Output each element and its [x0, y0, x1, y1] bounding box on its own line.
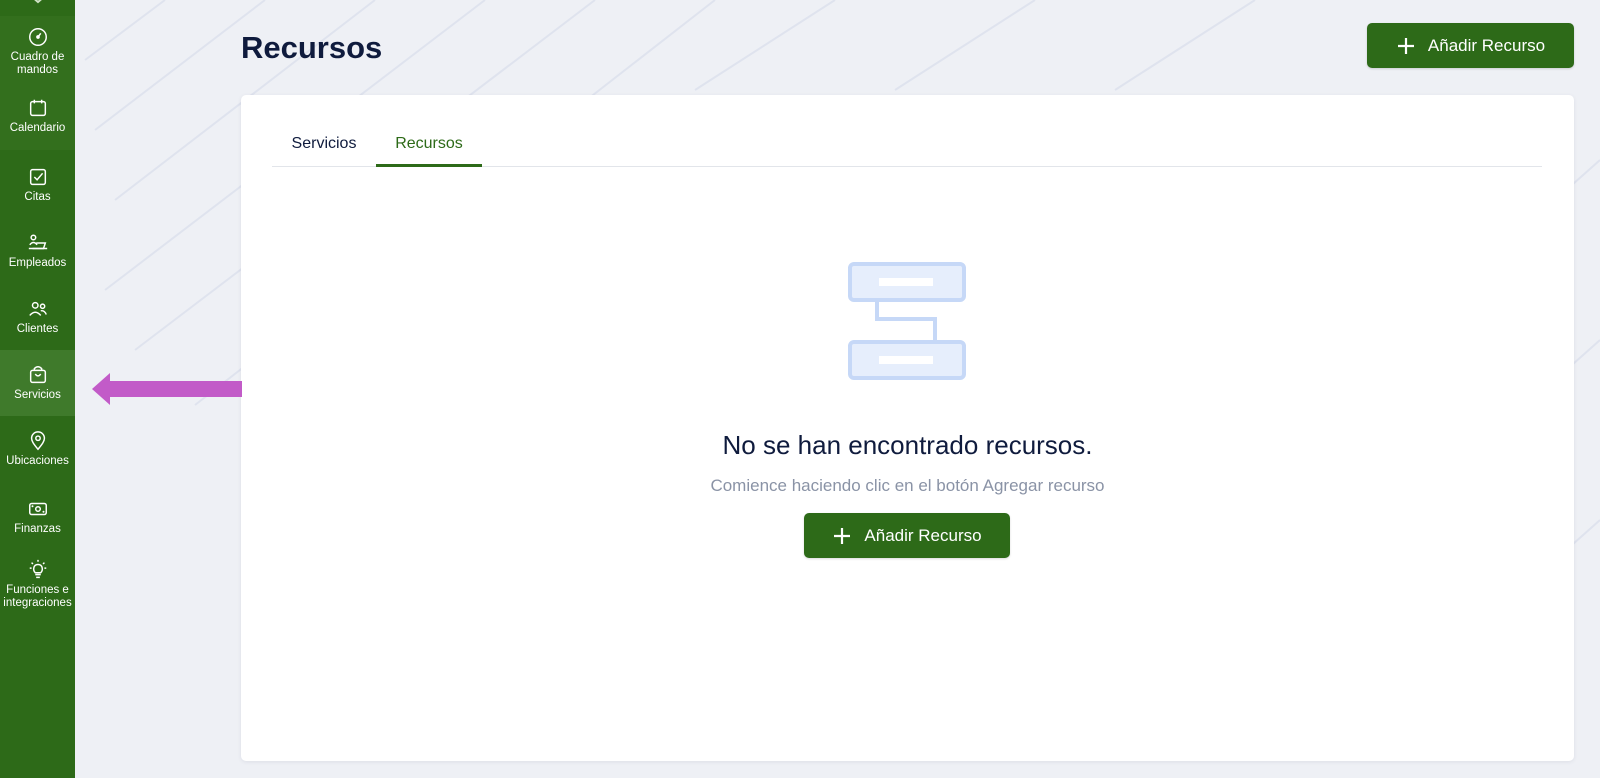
calendar-icon [29, 99, 46, 117]
sidebar-item-dashboard[interactable]: Cuadro de mandos [0, 16, 75, 88]
sidebar-item-label: Calendario [9, 122, 66, 134]
tab-resources[interactable]: Recursos [376, 125, 482, 167]
add-resource-button[interactable]: Añadir Recurso [1367, 23, 1574, 68]
tabs-bar: Servicios Recursos [272, 125, 1542, 167]
sidebar-item-services[interactable]: Servicios [0, 350, 75, 416]
tab-services[interactable]: Servicios [272, 125, 376, 167]
page-title: Recursos [241, 30, 383, 65]
map-pin-icon [30, 431, 45, 451]
sidebar-item-label: Finanzas [14, 523, 61, 535]
sidebar-item-finances[interactable]: Finanzas [0, 492, 75, 552]
sidebar-item-locations[interactable]: Ubicaciones [0, 426, 75, 486]
plus-icon [1397, 37, 1414, 54]
empty-state-title: No se han encontrado recursos. [722, 430, 1093, 460]
resources-card: Servicios Recursos No se han encontrado … [241, 95, 1574, 761]
sidebar-item-features-integrations[interactable]: Funciones e integraciones [0, 556, 75, 620]
sidebar-item-clients[interactable]: Clientes [0, 292, 75, 352]
sidebar-item-label: Funciones e integraciones [3, 584, 72, 609]
sidebar-item-employees[interactable]: Empleados [0, 226, 75, 286]
sidebar-item-calendar[interactable]: Calendario [0, 88, 75, 150]
resource-hierarchy-icon [848, 262, 966, 380]
sidebar-item-label: Ubicaciones [6, 455, 69, 467]
sidebar: Cuadro de mandos Calendario Citas Emplea… [0, 0, 75, 778]
chevron-icon [33, 0, 42, 4]
sidebar-item-label: Clientes [16, 323, 59, 335]
sidebar-item-appointments[interactable]: Citas [0, 160, 75, 220]
sidebar-item-label: Citas [24, 191, 51, 203]
check-square-icon [29, 168, 46, 186]
gauge-icon [28, 28, 47, 46]
sidebar-item-label: Cuadro de mandos [10, 51, 65, 76]
sidebar-item-label: Empleados [8, 257, 67, 269]
lightbulb-icon [29, 559, 46, 579]
add-resource-button-label: Añadir Recurso [1427, 35, 1546, 55]
users-icon [28, 301, 47, 316]
plus-icon [834, 527, 851, 544]
bag-icon [29, 366, 46, 384]
employee-desk-icon [28, 234, 47, 250]
app-window: Cuadro de mandos Calendario Citas Emplea… [0, 0, 1600, 778]
annotation-arrow-icon [92, 373, 242, 405]
banknote-icon [28, 502, 47, 516]
empty-state-add-resource-button-label: Añadir Recurso [864, 525, 982, 545]
empty-state-add-resource-button[interactable]: Añadir Recurso [804, 513, 1010, 558]
sidebar-top-edge [0, 0, 75, 16]
sidebar-item-label: Servicios [14, 389, 61, 401]
empty-state-subtitle: Comience haciendo clic en el botón Agreg… [710, 476, 1105, 495]
